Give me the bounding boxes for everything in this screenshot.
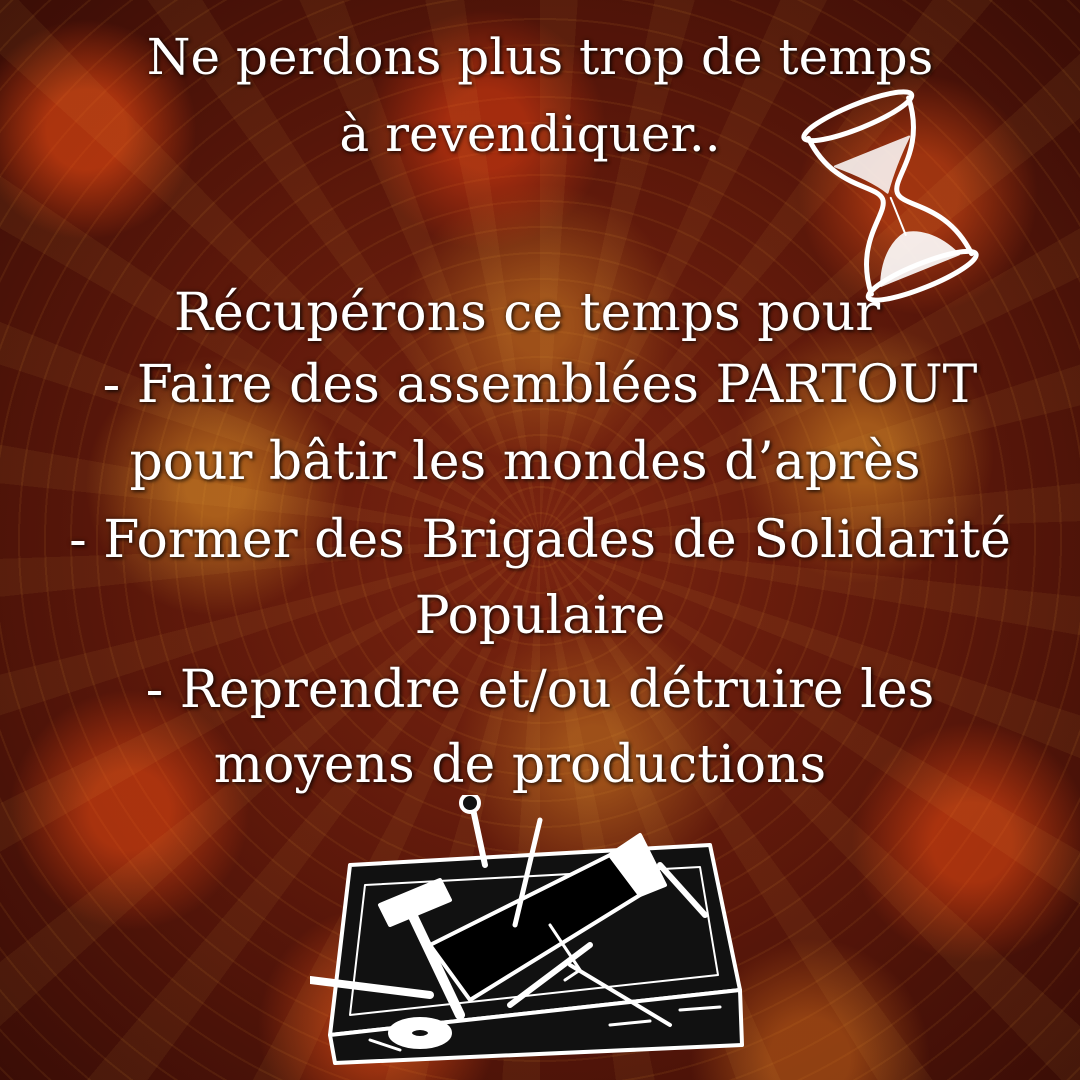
body-line-1: - Faire des assemblées PARTOUT <box>102 355 978 415</box>
body-line-4: Populaire <box>414 586 666 646</box>
toolbox-icon <box>310 795 744 1065</box>
headline-line-1: Ne perdons plus trop de temps <box>146 28 934 86</box>
hourglass-icon <box>801 89 979 303</box>
body-line-6: moyens de productions <box>213 735 827 795</box>
body-line-3: - Former des Brigades de Solidarité <box>69 510 1011 570</box>
body-line-5: - Reprendre et/ou détruire les <box>145 660 935 720</box>
body-line-2: pour bâtir les mondes d’après <box>129 432 921 492</box>
